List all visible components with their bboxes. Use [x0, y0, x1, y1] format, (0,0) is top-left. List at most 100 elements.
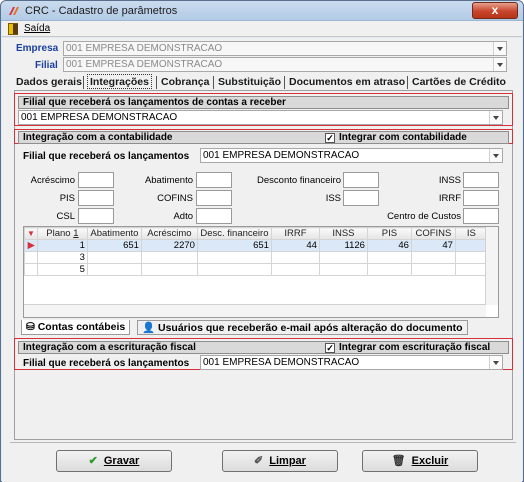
table-cell[interactable]: 5 — [36, 263, 88, 276]
trash-icon: 🗑 — [391, 455, 406, 467]
table-cell[interactable]: 651 — [196, 239, 272, 252]
table-cell[interactable] — [140, 263, 198, 276]
col-cofins[interactable]: COFINS — [410, 227, 456, 240]
grid-horizontal-scrollbar[interactable] — [24, 304, 486, 317]
col-abatimento[interactable]: Abatimento — [86, 227, 142, 240]
col-acrescimo[interactable]: Acréscimo — [140, 227, 198, 240]
window-title: CRC - Cadastro de parâmetros — [25, 5, 178, 17]
table-cell[interactable] — [410, 251, 456, 264]
accounting-filial-label: Filial que receberá os lançamentos — [23, 151, 190, 162]
table-cell[interactable] — [270, 263, 320, 276]
pis-field[interactable] — [78, 190, 114, 206]
clear-button[interactable]: ✐ Limpar — [222, 450, 338, 472]
delete-button[interactable]: 🗑 Excluir — [362, 450, 478, 472]
integrate-fiscal-label: Integrar com escrituração fiscal — [339, 342, 491, 353]
close-button[interactable]: x — [472, 2, 518, 19]
adto-field[interactable] — [196, 208, 232, 224]
table-cell[interactable]: 651 — [86, 239, 142, 252]
table-row[interactable]: 3 — [24, 251, 488, 264]
tab-divider — [213, 76, 214, 89]
table-cell[interactable] — [454, 251, 488, 264]
cofins-field[interactable] — [196, 190, 232, 206]
menu-exit[interactable]: Saída — [24, 23, 50, 34]
col-pis[interactable]: PIS — [366, 227, 412, 240]
acrescimo-label: Acréscimo — [30, 175, 75, 186]
acrescimo-field[interactable] — [78, 172, 114, 188]
accounting-filial-select[interactable]: 001 EMPRESA DEMONSTRACAO — [200, 148, 503, 163]
save-button-label: Gravar — [103, 455, 140, 467]
save-button[interactable]: ✔ Gravar — [56, 450, 172, 472]
table-cell[interactable] — [318, 251, 368, 264]
table-cell[interactable] — [454, 263, 488, 276]
ledger-icon: ⛁ — [26, 321, 38, 333]
table-cell[interactable]: 3 — [36, 251, 88, 264]
empresa-select[interactable]: 001 EMPRESA DEMONSTRACAO — [63, 41, 507, 56]
filial-select[interactable]: 001 EMPRESA DEMONSTRACAO — [63, 57, 507, 72]
chevron-down-icon[interactable] — [489, 149, 502, 162]
tab-divider — [407, 76, 408, 89]
table-cell[interactable] — [86, 251, 142, 264]
subtab-usuarios-email-label: Usuários que receberão e-mail após alter… — [158, 322, 463, 334]
table-cell[interactable] — [366, 263, 412, 276]
row-indicator — [24, 263, 38, 276]
table-cell[interactable]: 2270 — [140, 239, 198, 252]
grid-vertical-scrollbar[interactable] — [485, 227, 498, 305]
table-cell[interactable] — [140, 251, 198, 264]
desconto-financeiro-field[interactable] — [343, 172, 379, 188]
menu-bar: Saída — [2, 21, 522, 37]
abatimento-field[interactable] — [196, 172, 232, 188]
table-cell[interactable] — [410, 263, 456, 276]
iss-field[interactable] — [343, 190, 379, 206]
delete-button-label: Excluir — [411, 455, 449, 467]
tab-cobranca[interactable]: Cobrança — [161, 75, 209, 90]
csl-field[interactable] — [78, 208, 114, 224]
table-cell[interactable]: 1126 — [318, 239, 368, 252]
table-cell[interactable] — [454, 239, 488, 252]
fiscal-filial-select[interactable]: 001 EMPRESA DEMONSTRACAO — [200, 355, 503, 370]
col-plano[interactable]: Plano 1 — [36, 227, 88, 240]
table-row[interactable]: ▶ 1 651 2270 651 44 1126 46 47 — [24, 239, 488, 252]
table-cell[interactable]: 47 — [410, 239, 456, 252]
col-inss[interactable]: INSS — [318, 227, 368, 240]
table-cell[interactable]: 46 — [366, 239, 412, 252]
title-bar[interactable]: CRC - Cadastro de parâmetros x — [1, 1, 523, 21]
receivable-filial-select[interactable]: 001 EMPRESA DEMONSTRACAO — [18, 110, 503, 125]
irrf-field[interactable] — [463, 190, 499, 206]
table-cell[interactable]: 44 — [270, 239, 320, 252]
chevron-down-icon[interactable] — [489, 111, 502, 124]
tab-dados-gerais[interactable]: Dados gerais — [16, 75, 82, 90]
current-row-icon: ▶ — [24, 239, 38, 252]
table-cell[interactable] — [86, 263, 142, 276]
tab-documentos-atraso[interactable]: Documentos em atraso — [289, 75, 405, 90]
tab-substituicao[interactable]: Substituição — [218, 75, 281, 90]
table-cell[interactable] — [196, 251, 272, 264]
inss-label: INSS — [438, 175, 461, 186]
col-is[interactable]: IS — [454, 227, 488, 240]
tab-cartoes-credito[interactable]: Cartões de Crédito — [412, 75, 506, 90]
subtab-contas-contabeis[interactable]: ⛁ Contas contábeis — [21, 320, 131, 335]
table-cell[interactable] — [270, 251, 320, 264]
inss-field[interactable] — [463, 172, 499, 188]
accounts-grid[interactable]: ▼ Plano 1 Abatimento Acréscimo Desc. fin… — [23, 226, 499, 318]
col-desc-financeiro[interactable]: Desc. financeiro — [196, 227, 272, 240]
chevron-down-icon[interactable] — [489, 356, 502, 369]
checkmark-icon[interactable]: ✓ — [325, 343, 335, 353]
table-cell[interactable]: 1 — [36, 239, 88, 252]
integrate-fiscal-checkbox[interactable]: ✓ Integrar com escrituração fiscal — [325, 342, 490, 353]
table-cell[interactable] — [196, 263, 272, 276]
chevron-down-icon[interactable] — [493, 42, 506, 55]
subtab-usuarios-email[interactable]: 👤 Usuários que receberão e-mail após alt… — [137, 320, 468, 335]
main-window: CRC - Cadastro de parâmetros x Saída Emp… — [0, 0, 524, 482]
col-irrf[interactable]: IRRF — [270, 227, 320, 240]
chevron-down-icon[interactable] — [493, 58, 506, 71]
filial-value: 001 EMPRESA DEMONSTRACAO — [66, 59, 223, 70]
table-row[interactable]: 5 — [24, 263, 488, 276]
tab-integracoes[interactable]: Integrações — [87, 74, 152, 89]
checkmark-icon[interactable]: ✓ — [325, 133, 335, 143]
row-indicator — [24, 251, 38, 264]
centro-custos-field[interactable] — [463, 208, 499, 224]
app-logo-icon — [9, 7, 19, 15]
integrate-accounting-checkbox[interactable]: ✓ Integrar com contabilidade — [325, 132, 467, 143]
table-cell[interactable] — [318, 263, 368, 276]
table-cell[interactable] — [366, 251, 412, 264]
